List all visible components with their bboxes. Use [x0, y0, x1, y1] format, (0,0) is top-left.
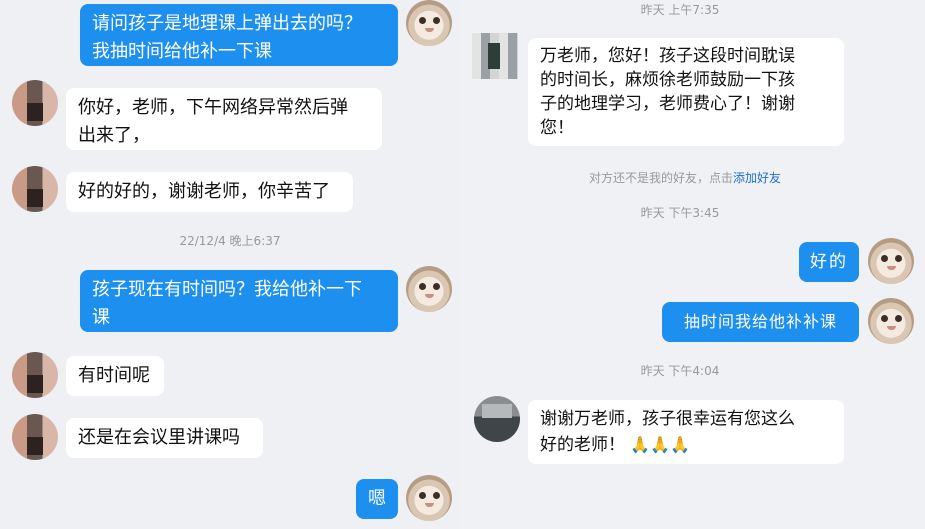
add-friend-link[interactable]: 添加好友: [733, 171, 781, 185]
message-incoming[interactable]: 还是在会议里讲课吗: [66, 418, 263, 458]
message-line: 我抽时间给他补一下课: [92, 41, 272, 62]
parent-avatar-icon[interactable]: [12, 414, 58, 460]
teacher-avatar-icon[interactable]: [406, 0, 452, 46]
parent-avatar-icon[interactable]: [474, 396, 520, 442]
parent-avatar-icon[interactable]: [472, 33, 518, 79]
pray-emoji-icon: 🙏🙏🙏: [630, 435, 691, 454]
message-line: 子的地理学习，老师费心了！谢谢: [540, 94, 795, 114]
message-line: 请问孩子是地理课上弹出去的吗？: [92, 13, 362, 34]
message-incoming[interactable]: 好的好的，谢谢老师，你辛苦了: [66, 172, 353, 212]
timestamp: 昨天 下午3:45: [640, 206, 720, 220]
message-outgoing[interactable]: 孩子现在有时间吗？我给他补一下 课: [80, 270, 398, 332]
message-incoming[interactable]: 谢谢万老师，孩子很幸运有您这么 好的老师！ 🙏🙏🙏: [528, 400, 844, 464]
right-chat-pane: 昨天 上午7:35 万老师，您好！孩子这段时间耽误 的时间长，麻烦徐老师鼓励一下…: [460, 0, 925, 529]
message-outgoing[interactable]: 抽时间我给他补补课: [662, 302, 859, 342]
message-line: 的时间长，麻烦徐老师鼓励一下孩: [540, 70, 795, 90]
message-line: 好的好的，谢谢老师，你辛苦了: [78, 181, 330, 202]
timestamp: 昨天 上午7:35: [640, 3, 720, 17]
message-line: 孩子现在有时间吗？我给他补一下: [92, 279, 362, 300]
message-incoming[interactable]: 你好，老师，下午网络异常然后弹 出来了，: [66, 88, 382, 150]
message-line: 抽时间我给他补补课: [683, 312, 837, 331]
teacher-avatar-icon[interactable]: [868, 298, 914, 344]
teacher-avatar-icon[interactable]: [868, 238, 914, 284]
message-outgoing[interactable]: 好的: [799, 242, 859, 282]
timestamp: 22/12/4 晚上6:37: [179, 234, 281, 248]
timestamp: 昨天 下午4:04: [640, 364, 720, 378]
notice-text: 对方还不是我的好友，点击: [588, 171, 733, 185]
message-line: 您！: [540, 118, 574, 138]
teacher-avatar-icon[interactable]: [406, 475, 452, 521]
message-line: 好的老师！ 🙏🙏🙏: [540, 432, 832, 458]
message-line: 还是在会议里讲课吗: [78, 427, 240, 448]
message-line: 有时间呢: [78, 365, 150, 386]
message-incoming[interactable]: 有时间呢: [66, 356, 164, 396]
message-line: 你好，老师，下午网络异常然后弹: [78, 97, 348, 118]
message-line-text: 好的老师！: [540, 435, 625, 455]
message-outgoing[interactable]: 嗯: [356, 479, 398, 519]
not-friend-notice: 对方还不是我的好友，点击添加好友: [550, 169, 820, 186]
parent-avatar-icon[interactable]: [12, 80, 58, 126]
message-line: 出来了，: [78, 125, 150, 146]
teacher-avatar-icon[interactable]: [406, 266, 452, 312]
left-chat-pane: 请问孩子是地理课上弹出去的吗？ 我抽时间给他补一下课 你好，老师，下午网络异常然…: [0, 0, 460, 529]
message-line: 课: [92, 307, 110, 328]
parent-avatar-icon[interactable]: [12, 166, 58, 212]
message-line: 嗯: [368, 488, 386, 509]
message-incoming[interactable]: 万老师，您好！孩子这段时间耽误 的时间长，麻烦徐老师鼓励一下孩 子的地理学习，老…: [528, 38, 844, 146]
message-line: 万老师，您好！孩子这段时间耽误: [540, 46, 795, 66]
message-line: 谢谢万老师，孩子很幸运有您这么: [540, 409, 795, 429]
message-outgoing[interactable]: 请问孩子是地理课上弹出去的吗？ 我抽时间给他补一下课: [80, 4, 398, 66]
message-line: 好的: [810, 252, 848, 272]
parent-avatar-icon[interactable]: [12, 352, 58, 398]
